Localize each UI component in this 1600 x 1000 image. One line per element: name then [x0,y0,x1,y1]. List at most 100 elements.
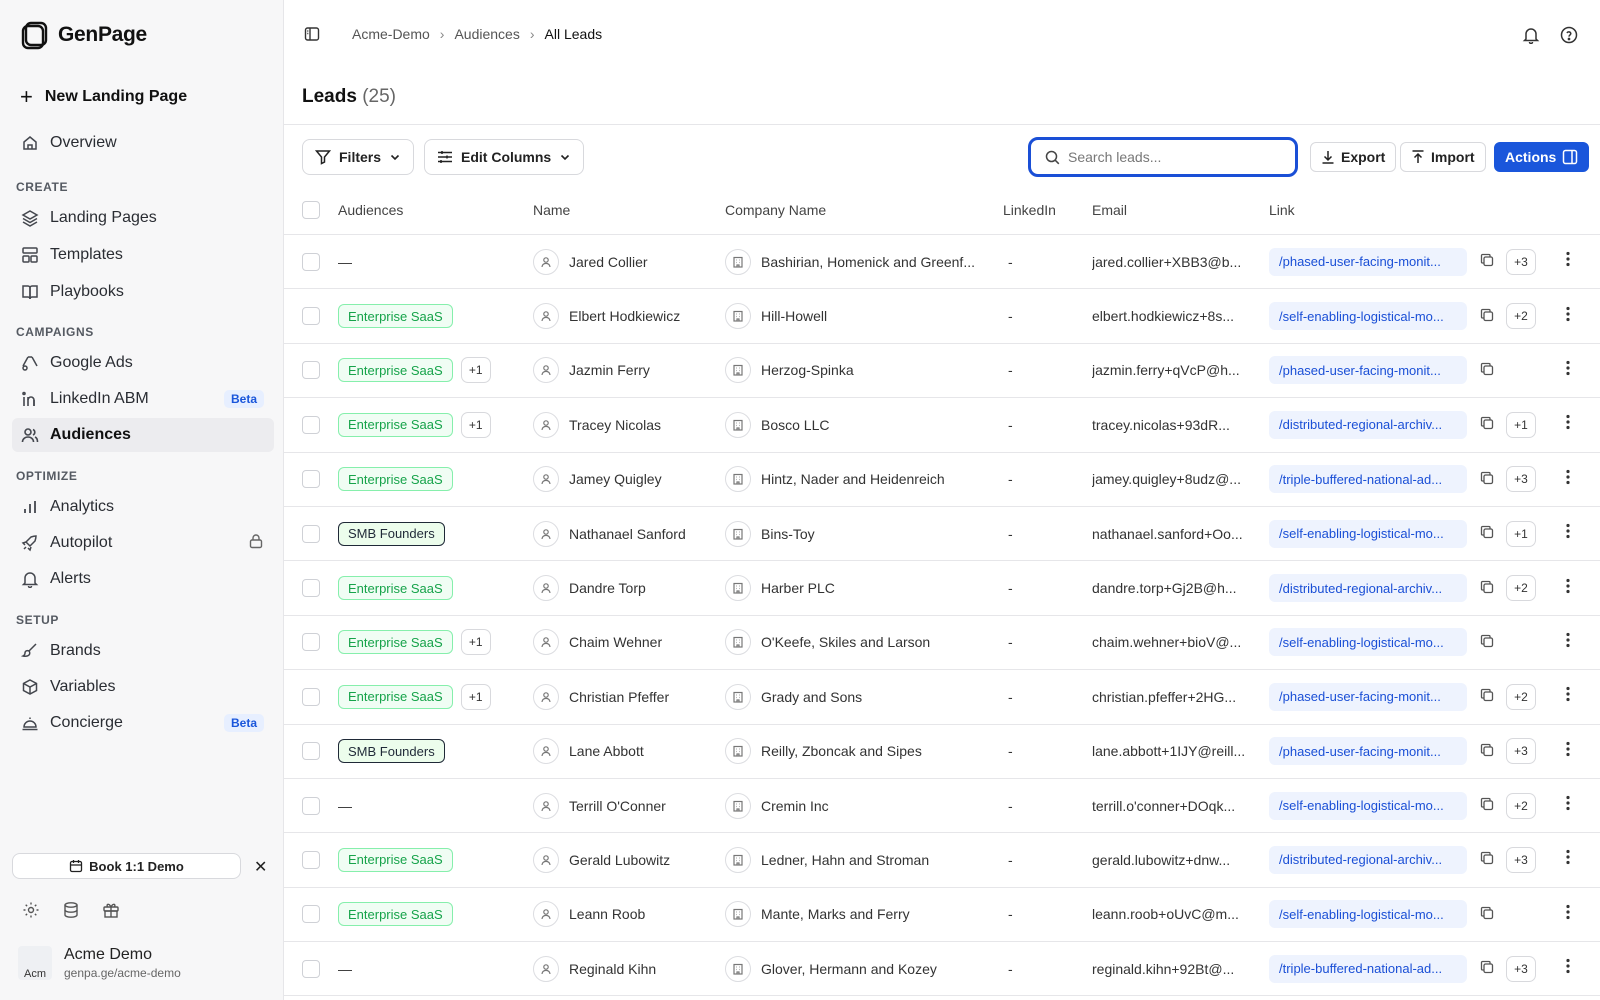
lead-name[interactable]: Christian Pfeffer [569,689,669,705]
landing-page-link[interactable]: /self-enabling-logistical-mo... [1269,791,1467,820]
sidebar-item-overview[interactable]: Overview [12,126,274,160]
lead-name[interactable]: Chaim Wehner [569,634,662,650]
audience-more-badge[interactable]: +1 [460,411,491,438]
row-checkbox[interactable] [302,524,320,543]
table-row[interactable]: Enterprise SaaS Jamey Quigley Hintz, Nad… [284,453,1600,507]
breadcrumb-item[interactable]: Acme-Demo [352,26,430,42]
lead-name[interactable]: Jamey Quigley [569,471,662,487]
sidebar-item-landing-pages[interactable]: Landing Pages [12,201,274,235]
column-header-email[interactable]: Email [1092,185,1127,234]
lead-name[interactable]: Gerald Lubowitz [569,852,670,868]
filters-button[interactable]: Filters [302,139,415,175]
landing-page-link[interactable]: /distributed-regional-archiv... [1269,410,1467,439]
landing-page-link[interactable]: /self-enabling-logistical-mo... [1269,519,1467,548]
lead-name[interactable]: Reginald Kihn [569,961,656,977]
row-checkbox[interactable] [302,415,320,434]
audience-tag[interactable]: Enterprise SaaS [338,358,453,383]
settings-gear-icon[interactable] [22,901,40,919]
gift-icon[interactable] [102,901,120,919]
logo[interactable]: GenPage [20,20,147,50]
kebab-menu-icon[interactable] [1566,849,1570,870]
copy-icon[interactable] [1480,688,1494,705]
sidebar-item-variables[interactable]: Variables [12,670,274,704]
kebab-menu-icon[interactable] [1566,414,1570,435]
landing-page-link[interactable]: /self-enabling-logistical-mo... [1269,900,1467,929]
audience-more-badge[interactable]: +1 [460,629,491,656]
sidebar-item-brands[interactable]: Brands [12,634,274,668]
lead-name[interactable]: Leann Roob [569,906,645,922]
sidebar-item-analytics[interactable]: Analytics [12,490,274,524]
lead-name[interactable]: Elbert Hodkiewicz [569,308,680,324]
kebab-menu-icon[interactable] [1566,904,1570,925]
sidebar-toggle-icon[interactable] [304,26,320,45]
lead-name[interactable]: Terrill O'Conner [569,798,666,814]
copy-icon[interactable] [1480,906,1494,923]
column-header-linkedin[interactable]: LinkedIn [1003,185,1056,234]
user-profile[interactable]: Acm Acme Demo genpa.ge/acme-demo [18,946,181,980]
table-row[interactable]: Enterprise SaaS +1 Chaim Wehner O'Keefe, … [284,616,1600,671]
table-row[interactable]: — Terrill O'Conner Cremin Inc - terrill.… [284,779,1600,834]
link-more-badge[interactable]: +3 [1506,846,1536,873]
link-more-badge[interactable]: +2 [1506,575,1536,602]
audience-tag[interactable]: SMB Founders [338,521,445,546]
row-checkbox[interactable] [302,687,320,706]
sidebar-item-concierge[interactable]: Concierge Beta [12,706,274,740]
sidebar-item-templates[interactable]: Templates [12,238,274,272]
row-checkbox[interactable] [302,307,320,326]
kebab-menu-icon[interactable] [1566,469,1570,490]
help-icon[interactable] [1560,26,1578,44]
sidebar-item-playbooks[interactable]: Playbooks [12,275,274,309]
lead-name[interactable]: Lane Abbott [569,743,644,759]
link-more-badge[interactable]: +3 [1506,955,1536,982]
copy-icon[interactable] [1480,416,1494,433]
row-checkbox[interactable] [302,633,320,652]
audience-tag[interactable]: Enterprise SaaS [338,576,453,601]
kebab-menu-icon[interactable] [1566,686,1570,707]
row-checkbox[interactable] [302,361,320,380]
row-checkbox[interactable] [302,742,320,761]
audience-tag[interactable]: Enterprise SaaS [338,304,453,329]
table-row[interactable]: SMB Founders Lane Abbott Reilly, Zboncak… [284,725,1600,779]
row-checkbox[interactable] [302,579,320,598]
copy-icon[interactable] [1480,471,1494,488]
copy-icon[interactable] [1480,253,1494,270]
table-row[interactable]: Enterprise SaaS Elbert Hodkiewicz Hill-H… [284,289,1600,344]
copy-icon[interactable] [1480,743,1494,760]
lead-name[interactable]: Jazmin Ferry [569,362,650,378]
kebab-menu-icon[interactable] [1566,632,1570,653]
search-box[interactable] [1028,137,1298,177]
copy-icon[interactable] [1480,525,1494,542]
table-row[interactable]: Enterprise SaaS Leann Roob Mante, Marks … [284,888,1600,943]
table-row[interactable]: Enterprise SaaS +1 Tracey Nicolas Bosco L… [284,398,1600,453]
sidebar-item-audiences[interactable]: Audiences [12,418,274,452]
lead-name[interactable]: Nathanael Sanford [569,526,686,542]
landing-page-link[interactable]: /self-enabling-logistical-mo... [1269,628,1467,657]
landing-page-link[interactable]: /phased-user-facing-monit... [1269,682,1467,711]
kebab-menu-icon[interactable] [1566,360,1570,381]
lead-name[interactable]: Jared Collier [569,254,648,270]
kebab-menu-icon[interactable] [1566,306,1570,327]
row-checkbox[interactable] [302,850,320,869]
sidebar-item-alerts[interactable]: Alerts [12,562,274,596]
row-checkbox[interactable] [302,470,320,489]
landing-page-link[interactable]: /triple-buffered-national-ad... [1269,465,1467,494]
table-row[interactable]: — Reginald Kihn Glover, Hermann and Koze… [284,942,1600,997]
link-more-badge[interactable]: +3 [1506,248,1536,275]
sidebar-item-linkedin-abm[interactable]: LinkedIn ABM Beta [12,382,274,416]
link-more-badge[interactable]: +2 [1506,792,1536,819]
link-more-badge[interactable]: +2 [1506,303,1536,330]
table-row[interactable]: Enterprise SaaS Gerald Lubowitz Ledner, … [284,833,1600,888]
export-button[interactable]: Export [1310,142,1397,172]
column-header-name[interactable]: Name [533,185,570,234]
notification-bell-icon[interactable] [1522,26,1540,44]
database-icon[interactable] [62,901,80,919]
link-more-badge[interactable]: +1 [1506,411,1536,438]
table-row[interactable]: Enterprise SaaS +1 Christian Pfeffer Grad… [284,670,1600,725]
table-row[interactable]: Enterprise SaaS Dandre Torp Harber PLC -… [284,561,1600,616]
landing-page-link[interactable]: /phased-user-facing-monit... [1269,737,1467,766]
copy-icon[interactable] [1480,851,1494,868]
audience-tag[interactable]: Enterprise SaaS [338,902,453,927]
link-more-badge[interactable]: +3 [1506,466,1536,493]
landing-page-link[interactable]: /phased-user-facing-monit... [1269,247,1467,276]
kebab-menu-icon[interactable] [1566,795,1570,816]
